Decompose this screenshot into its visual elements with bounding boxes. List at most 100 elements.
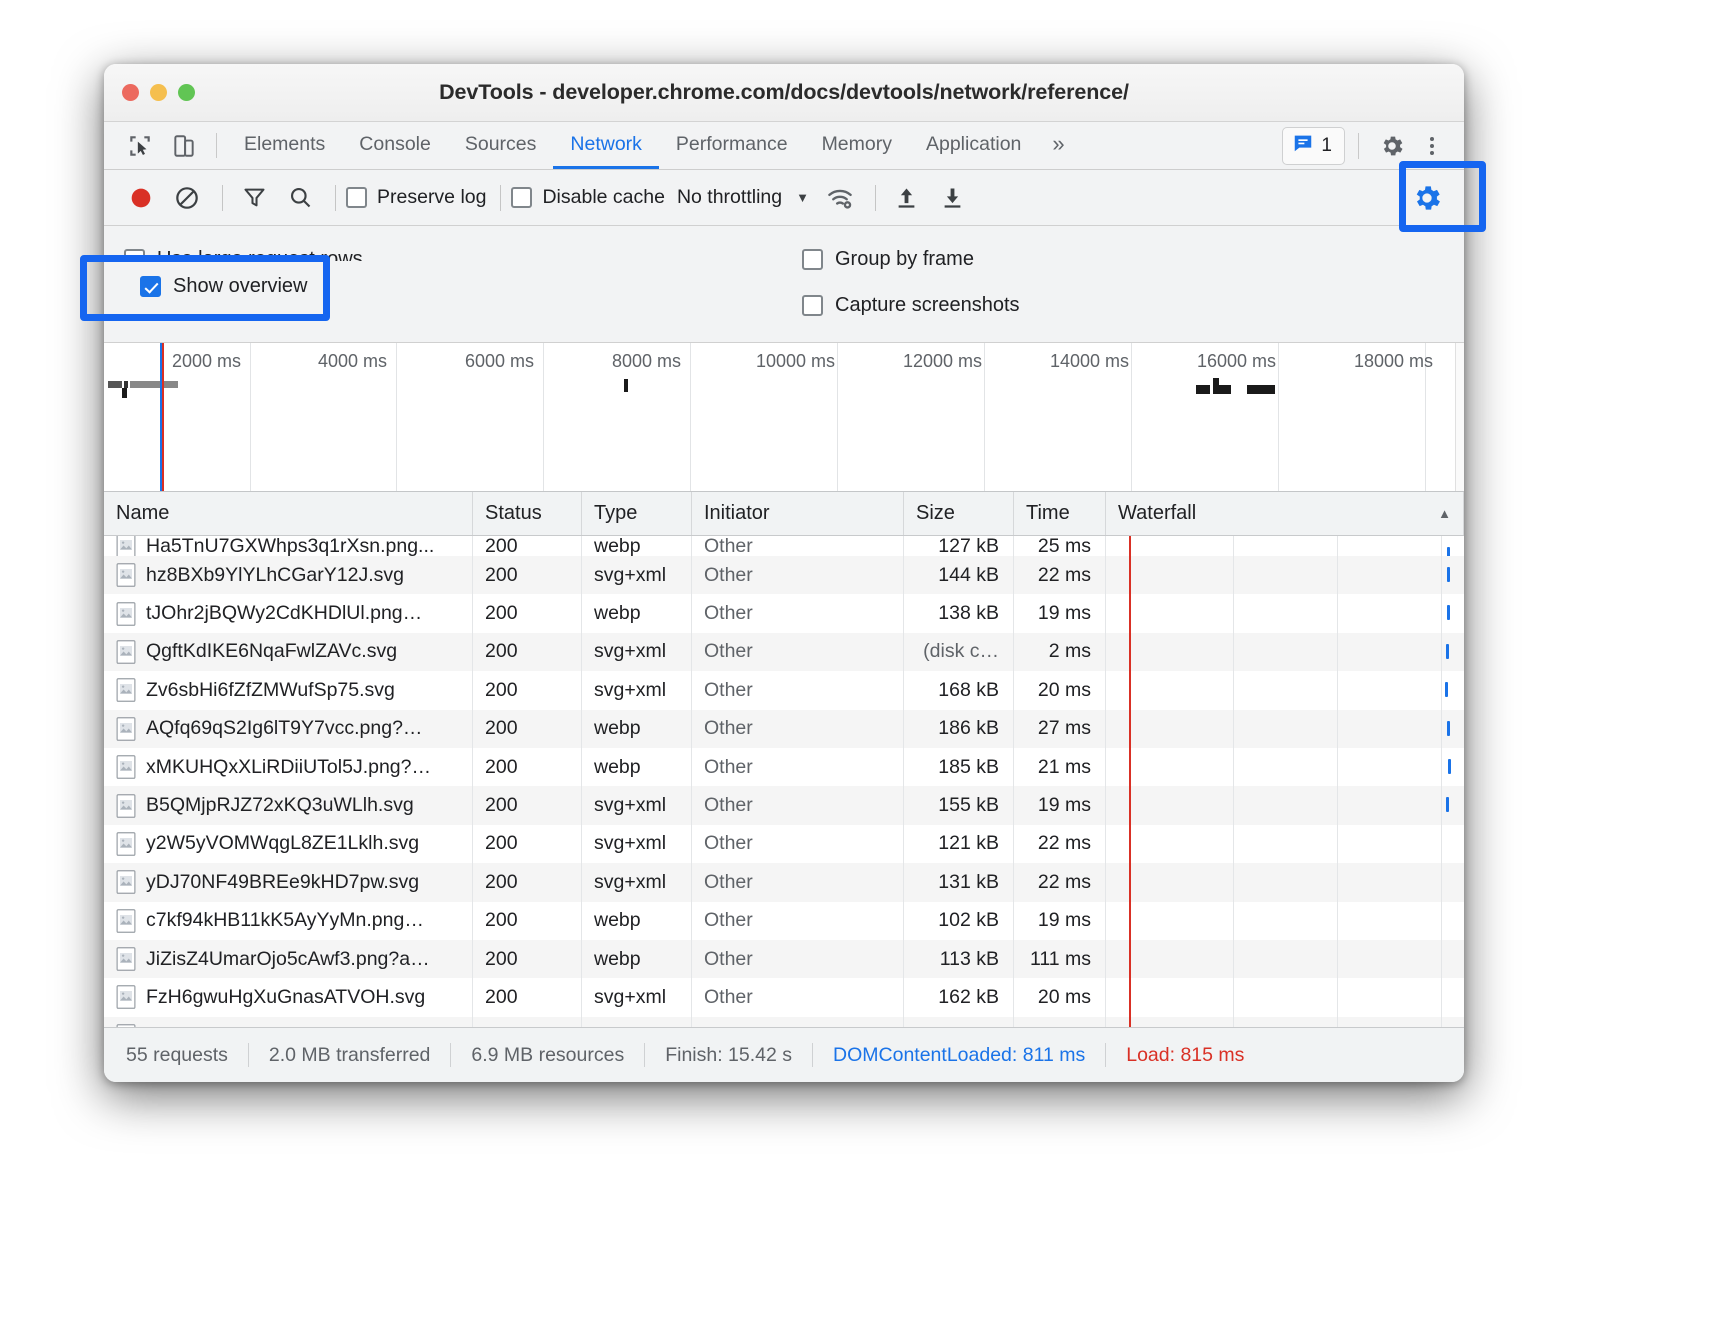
use-large-request-rows-checkbox-box[interactable] [124,248,145,270]
file-icon [116,716,136,741]
column-header-initiator[interactable]: Initiator [692,492,904,535]
column-header-name[interactable]: Name [104,492,473,535]
capture-screenshots-checkbox[interactable]: Capture screenshots [802,294,1020,317]
waterfall-request-bar [1447,605,1450,621]
use-large-request-rows-checkbox[interactable]: Use large request rows [124,248,794,271]
cell-name: y2W5yVOMWqgL8ZE1Lklh.svg [104,824,473,864]
tab-elements[interactable]: Elements [227,122,342,169]
tabbar-divider [216,133,217,158]
table-row[interactable]: AQfq69qS2Ig6lT9Y7vcc.png?… 200 webp Other 18… [104,709,1464,748]
three-dot-menu-icon[interactable] [1412,126,1452,166]
preserve-log-checkbox-box[interactable] [346,187,367,208]
cell-size: 186 kB [904,709,1014,748]
tab-performance[interactable]: Performance [659,122,805,169]
table-row[interactable]: QgftKdIKE6NqaFwlZAVc.svg 200 svg+xml Other(… [104,632,1464,672]
overview-tick-6000: 6000 ms [464,351,534,371]
show-overview-highlighted-label: Show overview [173,275,308,297]
disable-cache-checkbox-box[interactable] [511,187,533,208]
tab-network[interactable]: Network [553,122,659,169]
cell-status: 200 [473,556,582,595]
cell-time: 2 ms [1014,632,1106,672]
cell-name: Ce9YHacO35q8t5wbmFp9.svg [104,1016,473,1027]
more-tabs-chevron-icon[interactable]: » [1038,122,1078,169]
table-row[interactable]: yDJ70NF49BREe9kHD7pw.svg 200 svg+xml Other 1… [104,863,1464,902]
tab-label: Console [359,132,431,155]
inspect-cursor-icon[interactable] [118,122,162,169]
capture-screenshots-checkbox-box[interactable] [802,294,823,316]
show-overview-highlighted-checkbox[interactable] [140,276,161,297]
import-har-up-arrow-icon[interactable] [886,177,928,219]
cell-type: webp [582,747,692,787]
disable-cache-checkbox[interactable]: Disable cache [511,186,665,209]
network-overview-timeline[interactable]: 2000 ms 4000 ms 6000 ms 8000 ms 10000 ms… [104,343,1464,492]
gear-icon[interactable] [1372,126,1412,166]
column-header-type[interactable]: Type [582,492,692,535]
file-icon [116,755,136,780]
cell-status: 200 [473,632,582,672]
table-row[interactable]: FzH6gwuHgXuGnasATVOH.svg 200 svg+xml Other 1… [104,978,1464,1017]
tab-console[interactable]: Console [342,122,448,169]
table-row[interactable]: xMKUHQxXLiRDiiUTol5J.png?… 200 webp Other 18… [104,747,1464,787]
table-row[interactable]: y2W5yVOMWqgL8ZE1Lklh.svg 200 svg+xml Other 1… [104,824,1464,864]
settings-row-1: Use large request rows Group by frame [104,236,1464,282]
table-row[interactable]: tJOhr2jBQWy2CdKHDlUl.png… 200 webp Other 138… [104,594,1464,633]
tab-application[interactable]: Application [909,122,1038,169]
group-by-frame-label: Group by frame [835,247,974,270]
cell-waterfall [1106,901,1464,940]
overview-tick-14000: 14000 ms [1049,351,1129,371]
cell-waterfall [1106,709,1464,748]
column-header-label: Status [485,502,542,524]
table-row[interactable]: c7kf94kHB11kK5AyYyMn.png… 200 webp Other 102… [104,901,1464,940]
device-toolbar-icon[interactable] [162,122,206,169]
overview-right-gutter [1455,343,1464,491]
table-row[interactable]: JiZisZ4UmarOjo5cAwf3.png?a… 200 webp Other 1… [104,939,1464,979]
network-conditions-wifi-icon[interactable] [819,177,861,219]
column-header-waterfall[interactable]: Waterfall ▲ [1106,492,1464,535]
table-row[interactable]: Ha5TnU7GXWhps3q1rXsn.png... 200 webp Other 1… [104,536,1464,556]
table-row[interactable]: B5QMjpRJZ72xKQ3uWLlh.svg 200 svg+xml Other 1… [104,786,1464,825]
column-header-size[interactable]: Size [904,492,1014,535]
status-divider [247,1043,249,1067]
settings-col-right-2: Capture screenshots [794,294,1020,317]
column-header-status[interactable]: Status [473,492,582,535]
network-settings-gear-icon[interactable] [1406,177,1448,219]
export-har-down-arrow-icon[interactable] [932,177,974,219]
waterfall-load-marker [1129,978,1131,1017]
network-requests-table: Name Status Type Initiator Size Time Wat… [104,492,1464,1027]
throttling-select-value[interactable]: No throttling [677,186,782,209]
request-name-label: JiZisZ4UmarOjo5cAwf3.png?a… [146,947,430,970]
file-icon [116,908,136,933]
preserve-log-checkbox[interactable]: Preserve log [346,186,486,209]
tab-memory[interactable]: Memory [805,122,909,169]
show-overview-highlight-content[interactable]: Show overview [140,275,308,298]
group-by-frame-checkbox-box[interactable] [802,248,823,270]
tab-sources[interactable]: Sources [448,122,554,169]
tab-label: Performance [675,132,788,155]
table-body[interactable]: Ha5TnU7GXWhps3q1rXsn.png... 200 webp Other 1… [104,536,1464,1027]
cell-name: c7kf94kHB11kK5AyYyMn.png… [104,901,473,940]
table-row[interactable]: hz8BXb9YlYLhCGarY12J.svg 200 svg+xml Other 1… [104,556,1464,595]
search-magnifier-icon[interactable] [279,177,321,219]
group-by-frame-checkbox[interactable]: Group by frame [802,248,974,271]
cell-status: 200 [473,824,582,864]
issues-counter-button[interactable]: 1 [1282,126,1345,165]
table-row[interactable]: Zv6sbHi6fZfZMWufSp75.svg 200 svg+xml Other 1… [104,671,1464,710]
file-icon [116,678,136,703]
table-row[interactable]: Ce9YHacO35q8t5wbmFp9.svg 200svg+xmlOther1… [104,1016,1464,1027]
clear-no-entry-icon[interactable] [166,177,208,219]
cell-time: 20 ms [1014,671,1106,710]
chevron-down-icon[interactable]: ▼ [796,190,809,205]
waterfall-request-bar [1445,682,1448,698]
filter-funnel-icon[interactable] [233,177,275,219]
cell-name: yDJ70NF49BREe9kHD7pw.svg [104,863,473,902]
cell-initiator: Other [692,786,904,825]
record-stop-icon[interactable] [120,177,162,219]
cell-waterfall [1106,671,1464,710]
window-titlebar: DevTools - developer.chrome.com/docs/dev… [104,64,1464,122]
request-name-label: y2W5yVOMWqgL8ZE1Lklh.svg [146,832,420,855]
column-header-label: Type [594,502,638,524]
column-header-time[interactable]: Time [1014,492,1106,535]
cell-waterfall [1106,556,1464,595]
cell-waterfall [1106,978,1464,1017]
cell-type: svg+xml [582,632,692,672]
